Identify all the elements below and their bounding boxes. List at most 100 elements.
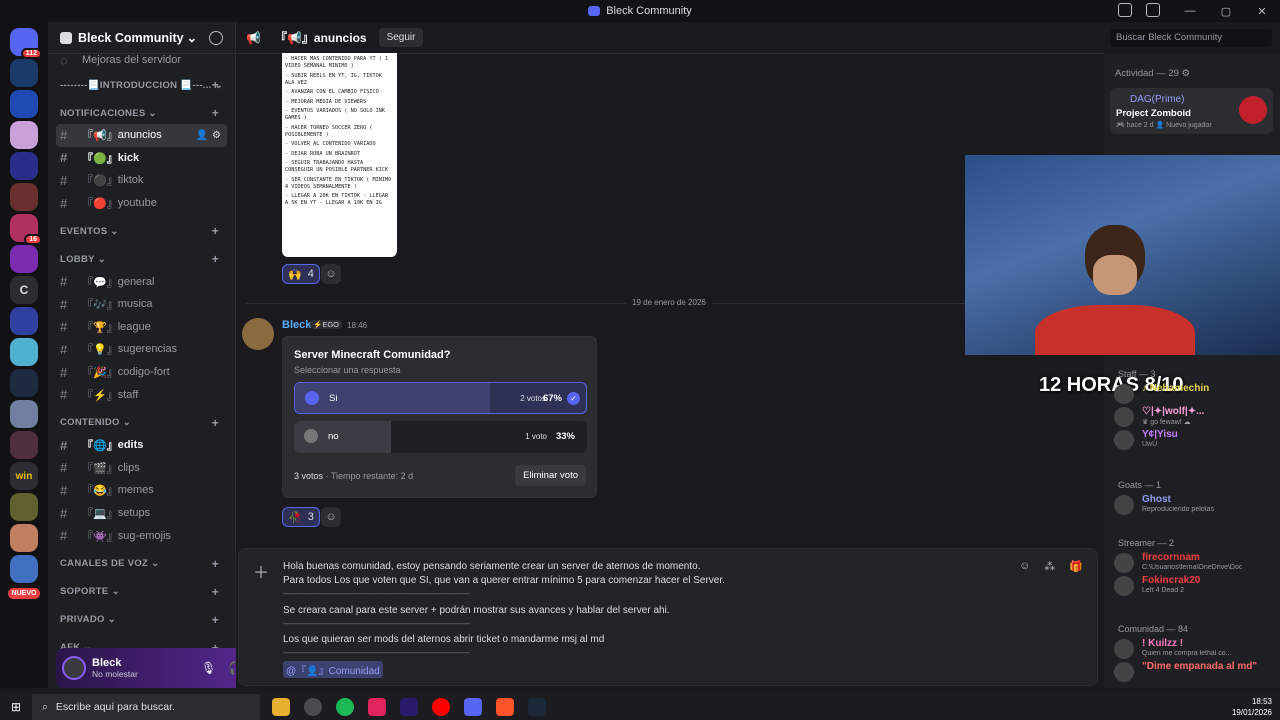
attach-icon[interactable]: ＋ — [253, 559, 269, 583]
server-icon[interactable] — [10, 493, 38, 521]
server-tag[interactable]: ⚡EGO — [310, 320, 343, 329]
follow-button[interactable]: Seguir — [378, 28, 424, 47]
server-icon[interactable] — [10, 338, 38, 366]
help-icon[interactable] — [1146, 3, 1160, 17]
category-header[interactable]: EVENTOS ⌄ + — [56, 220, 227, 242]
server-icon[interactable] — [10, 152, 38, 180]
file-explorer-icon[interactable] — [272, 698, 290, 716]
gear-icon[interactable]: ⚙ — [212, 130, 221, 141]
category-header[interactable]: --------📃INTRODUCCION 📃---... ⌄ + — [56, 74, 227, 96]
server-header[interactable]: Bleck Community ⌄ — [48, 22, 235, 54]
avatar[interactable] — [62, 656, 86, 680]
server-icon[interactable] — [10, 59, 38, 87]
activity-card[interactable]: DAG(Prime) Project Zomboid 🎮 hace 2 d 👤 … — [1110, 88, 1273, 134]
channel-item-general[interactable]: # 『💬』 general — [56, 270, 227, 293]
server-icon[interactable] — [10, 431, 38, 459]
emoji-icon[interactable]: ☺ — [1019, 560, 1030, 573]
server-icon[interactable] — [10, 121, 38, 149]
invite-icon[interactable] — [209, 31, 223, 45]
gift-icon[interactable]: 🎁 — [1069, 560, 1083, 573]
server-icon[interactable] — [10, 183, 38, 211]
capcut-icon[interactable] — [368, 698, 386, 716]
member-row[interactable]: ! Kuilzz ! Quien me compra lethal co... — [1114, 637, 1276, 661]
apps-icon[interactable]: ⁂ — [1044, 560, 1055, 573]
microphone-icon[interactable]: 🎙 — [201, 661, 216, 675]
server-icon[interactable]: C — [10, 276, 38, 304]
taskbar-search[interactable]: ⌕ Escribe aquí para buscar. — [32, 694, 260, 720]
server-icon[interactable] — [10, 400, 38, 428]
channel-item-tiktok[interactable]: # 『⚫』 tiktok — [56, 169, 227, 192]
channel-item-edits[interactable]: # 『🌐』 edits — [56, 434, 227, 457]
channel-item-staff[interactable]: # 『⚡』 staff — [56, 383, 227, 406]
channel-item-anuncios[interactable]: # 『📢』 anuncios 👤 ⚙ — [56, 124, 227, 147]
discord-icon[interactable] — [464, 698, 482, 716]
add-channel-icon[interactable]: + — [212, 613, 219, 627]
invite-icon[interactable]: 👤 — [196, 130, 208, 141]
member-row[interactable]: Fokincrak20 Left 4 Dead 2 — [1114, 574, 1276, 598]
avatar[interactable] — [242, 318, 274, 350]
windows-start-icon[interactable]: ⊞ — [0, 700, 32, 714]
channel-item-sugerencias[interactable]: # 『💡』 sugerencias — [56, 338, 227, 361]
maximize-button[interactable]: ▢ — [1208, 5, 1244, 18]
search-input[interactable]: Buscar Bleck Community — [1110, 29, 1272, 47]
home-icon[interactable]: 112 — [10, 28, 42, 59]
member-row[interactable]: ♡|✦|wolf|✦... ♛ go fewaw! ☁ — [1114, 405, 1276, 429]
reaction-button[interactable]: 🥀 3 — [282, 507, 320, 527]
role-mention[interactable]: @『👤』Comunidad — [283, 661, 383, 678]
category-header[interactable]: LOBBY ⌄ + — [56, 248, 227, 270]
channel-item-kick[interactable]: # 『🟢』 kick — [56, 147, 227, 170]
message-author[interactable]: Bleck — [282, 319, 311, 331]
server-boost-item[interactable]: ◌ Mejoras del servidor — [56, 52, 227, 68]
category-header[interactable]: CONTENIDO ⌄ + — [56, 412, 227, 434]
attached-image[interactable]: - HACER MAS CONTENIDO PARA YT ( 1 VIDEO … — [282, 53, 397, 257]
server-icon[interactable]: 16 — [10, 214, 42, 245]
remove-vote-button[interactable]: Eliminar voto — [515, 465, 586, 486]
server-icon[interactable] — [10, 245, 38, 273]
server-icon[interactable] — [10, 369, 38, 397]
minimize-button[interactable]: — — [1172, 5, 1208, 17]
inbox-icon[interactable] — [1118, 3, 1132, 17]
brave-icon[interactable] — [496, 698, 514, 716]
add-reaction-icon[interactable]: ☺ — [321, 264, 341, 284]
server-icon[interactable] — [10, 307, 38, 335]
server-icon[interactable] — [10, 90, 38, 118]
poll-option-no[interactable]: no 1 voto 33% — [294, 421, 587, 453]
channel-item-musica[interactable]: # 『🎶』 musica — [56, 293, 227, 316]
add-channel-icon[interactable]: + — [212, 557, 219, 571]
member-row[interactable]: Y¢|Yisu UwU — [1114, 428, 1276, 452]
channel-item-sug-emojis[interactable]: # 『👾』 sug-emojis — [56, 524, 227, 547]
channel-item-league[interactable]: # 『🏆』 league — [56, 316, 227, 339]
obs-icon[interactable] — [304, 698, 322, 716]
category-header[interactable]: PRIVADO ⌄ + — [56, 609, 227, 631]
category-header[interactable]: CANALES DE VOZ ⌄ + — [56, 553, 227, 575]
channel-item-memes[interactable]: # 『😂』 memes — [56, 479, 227, 502]
server-icon[interactable] — [10, 524, 38, 552]
add-channel-icon[interactable]: + — [212, 106, 219, 120]
add-channel-icon[interactable]: + — [212, 585, 219, 599]
steam-icon[interactable] — [528, 698, 546, 716]
add-channel-icon[interactable]: + — [212, 416, 219, 430]
message-composer[interactable]: ＋ Hola buenas comunidad, estoy pensando … — [238, 548, 1098, 686]
channel-item-setups[interactable]: # 『💻』 setups — [56, 502, 227, 525]
category-header[interactable]: NOTIFICACIONES ⌄ + — [56, 102, 227, 124]
add-reaction-icon[interactable]: ☺ — [321, 507, 341, 527]
premiere-icon[interactable] — [400, 698, 418, 716]
channel-item-codigo-fort[interactable]: # 『🎉』 codigo-fort — [56, 361, 227, 384]
add-channel-icon[interactable]: + — [212, 78, 219, 92]
system-clock[interactable]: 18:53 19/01/2026 — [1232, 696, 1272, 718]
close-button[interactable]: ✕ — [1244, 5, 1280, 18]
channel-item-clips[interactable]: # 『🎬』 clips — [56, 457, 227, 480]
server-icon[interactable]: win — [10, 462, 38, 490]
add-channel-icon[interactable]: + — [212, 252, 219, 266]
member-row[interactable]: firecornnam C:\Usuarios\ferna\OneDrive\Do… — [1114, 551, 1276, 575]
poll-option-si[interactable]: Si 2 votos 67% ✓ — [294, 382, 587, 414]
spotify-icon[interactable] — [336, 698, 354, 716]
youtube-icon[interactable] — [432, 698, 450, 716]
reaction-button[interactable]: 🙌 4 — [282, 264, 320, 284]
add-channel-icon[interactable]: + — [212, 224, 219, 238]
channel-item-youtube[interactable]: # 『🔴』 youtube — [56, 192, 227, 215]
member-row[interactable]: ♪ Nehamechin — [1114, 382, 1276, 406]
member-row[interactable]: Ghost Reproduciendo pelotas — [1114, 493, 1276, 517]
category-header[interactable]: SOPORTE ⌄ + — [56, 581, 227, 603]
member-row[interactable]: "Dime empanada al md" — [1114, 660, 1276, 684]
